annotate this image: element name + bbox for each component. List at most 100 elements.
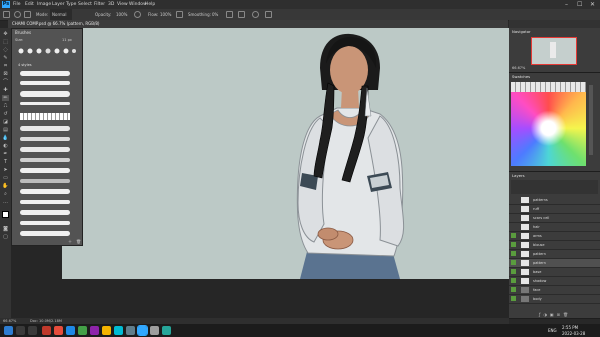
brush-preset[interactable]	[20, 81, 70, 85]
pen-tool-icon[interactable]: ✒	[2, 151, 9, 157]
clone-stamp-tool-icon[interactable]: ⎍	[2, 103, 9, 109]
recent-brush-tips[interactable]	[16, 45, 78, 61]
photoshop-taskbar-icon[interactable]	[137, 325, 148, 336]
menu-edit[interactable]: Edit	[25, 0, 34, 9]
layer-row[interactable]: hair	[509, 223, 600, 232]
pressure-size-icon[interactable]	[252, 11, 259, 18]
swatch-grid[interactable]	[511, 82, 586, 166]
layer-row[interactable]: arms	[509, 232, 600, 241]
taskbar-app-icon[interactable]	[66, 326, 75, 335]
layer-row[interactable]: base	[509, 268, 600, 277]
eraser-tool-icon[interactable]: ◪	[2, 119, 9, 125]
path-select-tool-icon[interactable]: ➤	[2, 167, 9, 173]
menu-select[interactable]: Select	[78, 0, 92, 9]
type-tool-icon[interactable]: T	[2, 159, 9, 165]
zoom-tool-icon[interactable]: ⌕	[2, 191, 9, 197]
menu-filter[interactable]: Filter	[94, 0, 105, 9]
brush-preset[interactable]	[20, 200, 70, 204]
menu-3d[interactable]: 3D	[108, 0, 114, 9]
pressure-opacity-icon[interactable]	[134, 11, 141, 18]
brush-preset[interactable]	[20, 231, 70, 236]
taskbar-app-icon[interactable]	[150, 326, 159, 335]
brush-preset[interactable]	[20, 221, 70, 225]
hand-tool-icon[interactable]: ✋	[2, 183, 9, 189]
brush-preset[interactable]	[20, 113, 70, 120]
task-view-icon[interactable]	[28, 326, 37, 335]
layer-row-selected[interactable]: pattern	[509, 259, 600, 268]
visibility-eye-icon[interactable]	[511, 260, 516, 265]
opacity-field[interactable]: 100%	[116, 9, 127, 20]
clock-date[interactable]: 2022-03-28	[562, 330, 585, 337]
taskbar-app-icon[interactable]	[90, 326, 99, 335]
brush-size-field[interactable]: 11 px	[62, 38, 72, 42]
brush-preset[interactable]	[20, 102, 70, 105]
windows-start-icon[interactable]	[4, 326, 13, 335]
taskbar-app-icon[interactable]	[78, 326, 87, 335]
brush-preset[interactable]	[20, 71, 70, 76]
screen-mode-icon[interactable]: ▢	[2, 234, 9, 240]
maximize-button[interactable]: ☐	[577, 0, 582, 9]
menu-help[interactable]: Help	[145, 0, 155, 9]
search-icon[interactable]	[16, 326, 25, 335]
menu-layer[interactable]: Layer	[52, 0, 65, 9]
canvas[interactable]	[62, 28, 509, 279]
marquee-tool-icon[interactable]: ⬚	[2, 39, 9, 45]
language-indicator[interactable]: ENG	[548, 324, 557, 337]
taskbar-app-icon[interactable]	[54, 326, 63, 335]
taskbar-app-icon[interactable]	[162, 326, 171, 335]
menu-type[interactable]: Type	[66, 0, 76, 9]
new-brush-icon[interactable]: ＋	[68, 239, 72, 245]
dodge-tool-icon[interactable]: ◐	[2, 143, 9, 149]
layer-row[interactable]: shadow	[509, 277, 600, 286]
mode-select[interactable]: Normal	[50, 9, 73, 20]
symmetry-icon[interactable]	[265, 11, 272, 18]
visibility-eye-icon[interactable]	[511, 269, 516, 274]
brush-preset-icon[interactable]	[14, 11, 21, 18]
document-tab[interactable]: CHAMI COMP.psd @ 66.7% (pattern, RGB/8)	[8, 20, 508, 28]
layer-row[interactable]: body	[509, 295, 600, 304]
visibility-eye-icon[interactable]	[511, 287, 516, 292]
gradient-tool-icon[interactable]: ▤	[2, 127, 9, 133]
quick-mask-icon[interactable]: ◙	[2, 226, 9, 232]
flow-field[interactable]: 100%	[160, 9, 171, 20]
eyedropper-tool-icon[interactable]: ⌒	[2, 79, 9, 85]
history-brush-tool-icon[interactable]: ↺	[2, 111, 9, 117]
visibility-eye-icon[interactable]	[511, 233, 516, 238]
brush-preset[interactable]	[20, 137, 70, 141]
taskbar-app-icon[interactable]	[102, 326, 111, 335]
layer-row[interactable]: pattern	[509, 250, 600, 259]
navigator-preview[interactable]	[531, 37, 577, 65]
visibility-eye-icon[interactable]	[511, 242, 516, 247]
grayscale-swatches[interactable]	[511, 82, 586, 92]
taskbar-app-icon[interactable]	[42, 326, 51, 335]
close-button[interactable]: ✕	[590, 0, 595, 9]
crop-tool-icon[interactable]: ⌗	[2, 63, 9, 69]
brush-preset[interactable]	[20, 168, 70, 173]
blur-tool-icon[interactable]: 💧	[2, 135, 9, 141]
layers-filter-bar[interactable]	[511, 180, 598, 194]
healing-tool-icon[interactable]: ✚	[2, 87, 9, 93]
brush-preset[interactable]	[20, 189, 70, 194]
layer-row[interactable]: scars cell	[509, 214, 600, 223]
smoothing-field[interactable]: 0%	[212, 9, 218, 20]
navigator-zoom[interactable]: 66.67%	[512, 66, 525, 70]
shape-tool-icon[interactable]: ▭	[2, 175, 9, 181]
visibility-eye-icon[interactable]	[511, 296, 516, 301]
delete-brush-icon[interactable]: 🗑	[76, 239, 81, 244]
taskbar-app-icon[interactable]	[114, 326, 123, 335]
layer-row[interactable]: face	[509, 286, 600, 295]
lasso-tool-icon[interactable]: ◌	[2, 47, 9, 53]
layer-row[interactable]: patterns	[509, 196, 600, 205]
layer-row[interactable]: blouse	[509, 241, 600, 250]
brush-preset[interactable]	[20, 179, 70, 183]
menu-view[interactable]: View	[117, 0, 128, 9]
brush-preset[interactable]	[20, 91, 70, 97]
foreground-color-swatch[interactable]	[2, 211, 9, 218]
more-tools-icon[interactable]: …	[2, 199, 9, 205]
brush-tool-active-icon[interactable]: ✏	[2, 95, 9, 101]
layer-actions-icons[interactable]: ƒ◑▣⊞🗑	[539, 312, 571, 317]
brush-preset[interactable]	[20, 158, 70, 162]
brush-group-label[interactable]: 4 styles	[18, 63, 32, 67]
visibility-eye-icon[interactable]	[511, 251, 516, 256]
menu-image[interactable]: Image	[37, 0, 51, 9]
